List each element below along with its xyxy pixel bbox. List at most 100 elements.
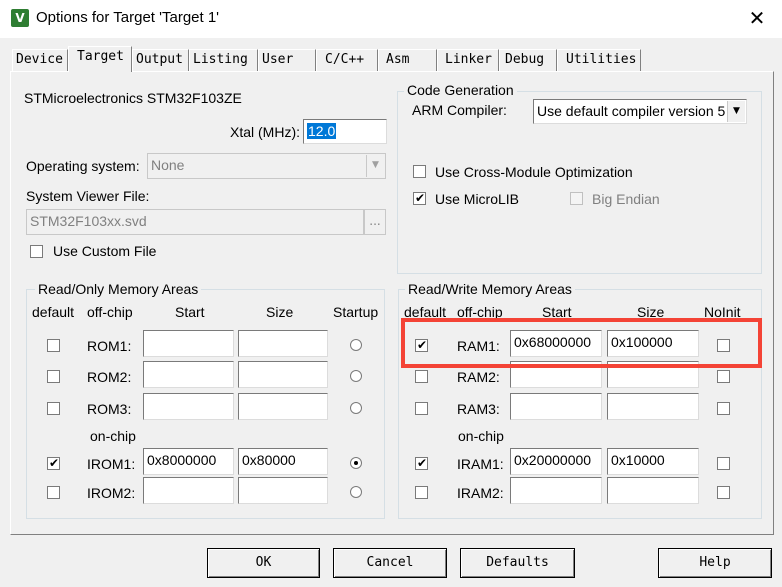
noinit-checkbox[interactable]	[717, 457, 730, 470]
startup-radio[interactable]	[350, 402, 362, 414]
compiler-select[interactable]: Use default compiler version 5 ▼	[533, 99, 747, 124]
os-select: None ▼	[147, 153, 386, 179]
ram-default-checkbox[interactable]	[415, 370, 428, 383]
rom-size-input[interactable]	[238, 361, 328, 388]
defaults-button[interactable]: Defaults	[460, 548, 575, 578]
rom-row-name: ROM3:	[87, 401, 132, 417]
xtal-label: Xtal (MHz):	[230, 124, 300, 140]
ram-default-checkbox[interactable]: ✔	[415, 456, 428, 470]
tab-utilities[interactable]: Utilities	[557, 49, 641, 71]
rom-row-name: IROM2:	[87, 485, 136, 501]
checkmark-icon: ✔	[415, 191, 426, 205]
rom-default-checkbox[interactable]: ✔	[47, 456, 60, 470]
rom-header-default: default	[32, 304, 75, 320]
xtal-value: 12.0	[307, 123, 337, 139]
microlib-checkbox[interactable]: ✔	[413, 191, 426, 205]
close-button[interactable]: ✕	[744, 7, 770, 31]
annotation-highlight-box	[401, 318, 762, 368]
ram-start-value: 0x20000000	[514, 452, 592, 468]
ram-start-input[interactable]	[510, 477, 602, 504]
ram-row-name: RAM3:	[457, 401, 500, 417]
rom-header-start: Start	[175, 304, 205, 320]
cancel-button[interactable]: Cancel	[333, 548, 447, 578]
window-title: Options for Target 'Target 1'	[36, 9, 220, 26]
ram-start-input[interactable]	[510, 393, 602, 420]
os-value: None	[151, 157, 185, 173]
rom-onchip-label: on-chip	[90, 428, 136, 444]
rom-size-value: 0x80000	[242, 452, 296, 468]
tab-output[interactable]: Output	[132, 49, 189, 71]
app-icon: V	[11, 9, 29, 27]
rom-default-checkbox[interactable]	[47, 402, 60, 415]
noinit-checkbox[interactable]	[717, 486, 730, 499]
compiler-label: ARM Compiler:	[412, 102, 507, 118]
cross-module-label: Use Cross-Module Optimization	[435, 164, 633, 180]
tab-linker[interactable]: Linker	[437, 49, 499, 71]
rom-default-checkbox[interactable]	[47, 370, 60, 383]
ok-button[interactable]: OK	[207, 548, 320, 578]
ram-size-input[interactable]: 0x10000	[607, 448, 699, 475]
ram-size-input[interactable]	[607, 477, 699, 504]
sysviewer-label: System Viewer File:	[26, 188, 150, 204]
noinit-checkbox[interactable]	[717, 402, 730, 415]
startup-radio[interactable]	[350, 339, 362, 351]
rom-start-input[interactable]	[143, 477, 234, 504]
ram-row-name: RAM2:	[457, 369, 500, 385]
rom-size-input[interactable]	[238, 330, 328, 357]
rom-size-input[interactable]	[238, 393, 328, 420]
chevron-down-icon[interactable]: ▼	[727, 101, 745, 122]
rom-default-checkbox[interactable]	[47, 339, 60, 352]
rom-header-offchip: off-chip	[87, 304, 133, 320]
ram-group-label: Read/Write Memory Areas	[405, 281, 575, 297]
rom-start-input[interactable]	[143, 330, 234, 357]
startup-radio[interactable]	[350, 457, 362, 469]
ram-onchip-label: on-chip	[458, 428, 504, 444]
microlib-label: Use MicroLIB	[435, 191, 520, 207]
os-label: Operating system:	[26, 158, 140, 174]
tab-debug[interactable]: Debug	[499, 49, 557, 71]
rom-row-name: ROM2:	[87, 369, 132, 385]
title-bar: V Options for Target 'Target 1' ✕	[0, 0, 782, 38]
cross-module-checkbox[interactable]	[413, 165, 426, 178]
big-endian-label: Big Endian	[592, 191, 660, 207]
ram-row-name: IRAM2:	[457, 485, 504, 501]
rom-start-input[interactable]: 0x8000000	[143, 448, 234, 475]
browse-button: ...	[364, 209, 386, 235]
help-button[interactable]: Help	[658, 548, 772, 578]
tab-asm[interactable]: Asm	[378, 49, 437, 71]
startup-radio[interactable]	[350, 370, 362, 382]
tab-device[interactable]: Device	[12, 49, 68, 71]
checkmark-icon: ✔	[49, 456, 60, 470]
rom-default-checkbox[interactable]	[47, 486, 60, 499]
rom-start-value: 0x8000000	[147, 452, 217, 468]
rom-header-startup: Startup	[333, 304, 379, 320]
startup-radio[interactable]	[350, 486, 362, 498]
rom-group-label: Read/Only Memory Areas	[35, 281, 202, 297]
sysviewer-field: STM32F103xx.svd	[26, 209, 364, 235]
noinit-checkbox[interactable]	[717, 370, 730, 383]
tab-user[interactable]: User	[258, 49, 316, 71]
rom-size-input[interactable]	[238, 477, 328, 504]
chevron-down-icon: ▼	[366, 155, 384, 177]
rom-row-name: ROM1:	[87, 338, 132, 354]
tab-target[interactable]: Target	[68, 46, 132, 72]
custom-file-label: Use Custom File	[53, 243, 157, 259]
rom-size-input[interactable]: 0x80000	[238, 448, 328, 475]
custom-file-checkbox[interactable]	[30, 245, 43, 258]
sysviewer-value: STM32F103xx.svd	[30, 213, 147, 229]
tab-listing[interactable]: Listing	[189, 49, 258, 71]
big-endian-checkbox	[570, 192, 583, 205]
rom-start-input[interactable]	[143, 393, 234, 420]
ram-start-input[interactable]: 0x20000000	[510, 448, 602, 475]
tab-cc[interactable]: C/C++	[316, 49, 378, 71]
rom-start-input[interactable]	[143, 361, 234, 388]
ram-default-checkbox[interactable]	[415, 402, 428, 415]
ram-size-value: 0x10000	[611, 452, 665, 468]
xtal-input[interactable]: 12.0	[303, 119, 387, 144]
codegen-group-label: Code Generation	[404, 82, 517, 98]
compiler-value: Use default compiler version 5	[537, 103, 726, 119]
radio-selected-icon	[354, 461, 358, 465]
ram-default-checkbox[interactable]	[415, 486, 428, 499]
checkmark-icon: ✔	[417, 456, 428, 470]
ram-size-input[interactable]	[607, 393, 699, 420]
